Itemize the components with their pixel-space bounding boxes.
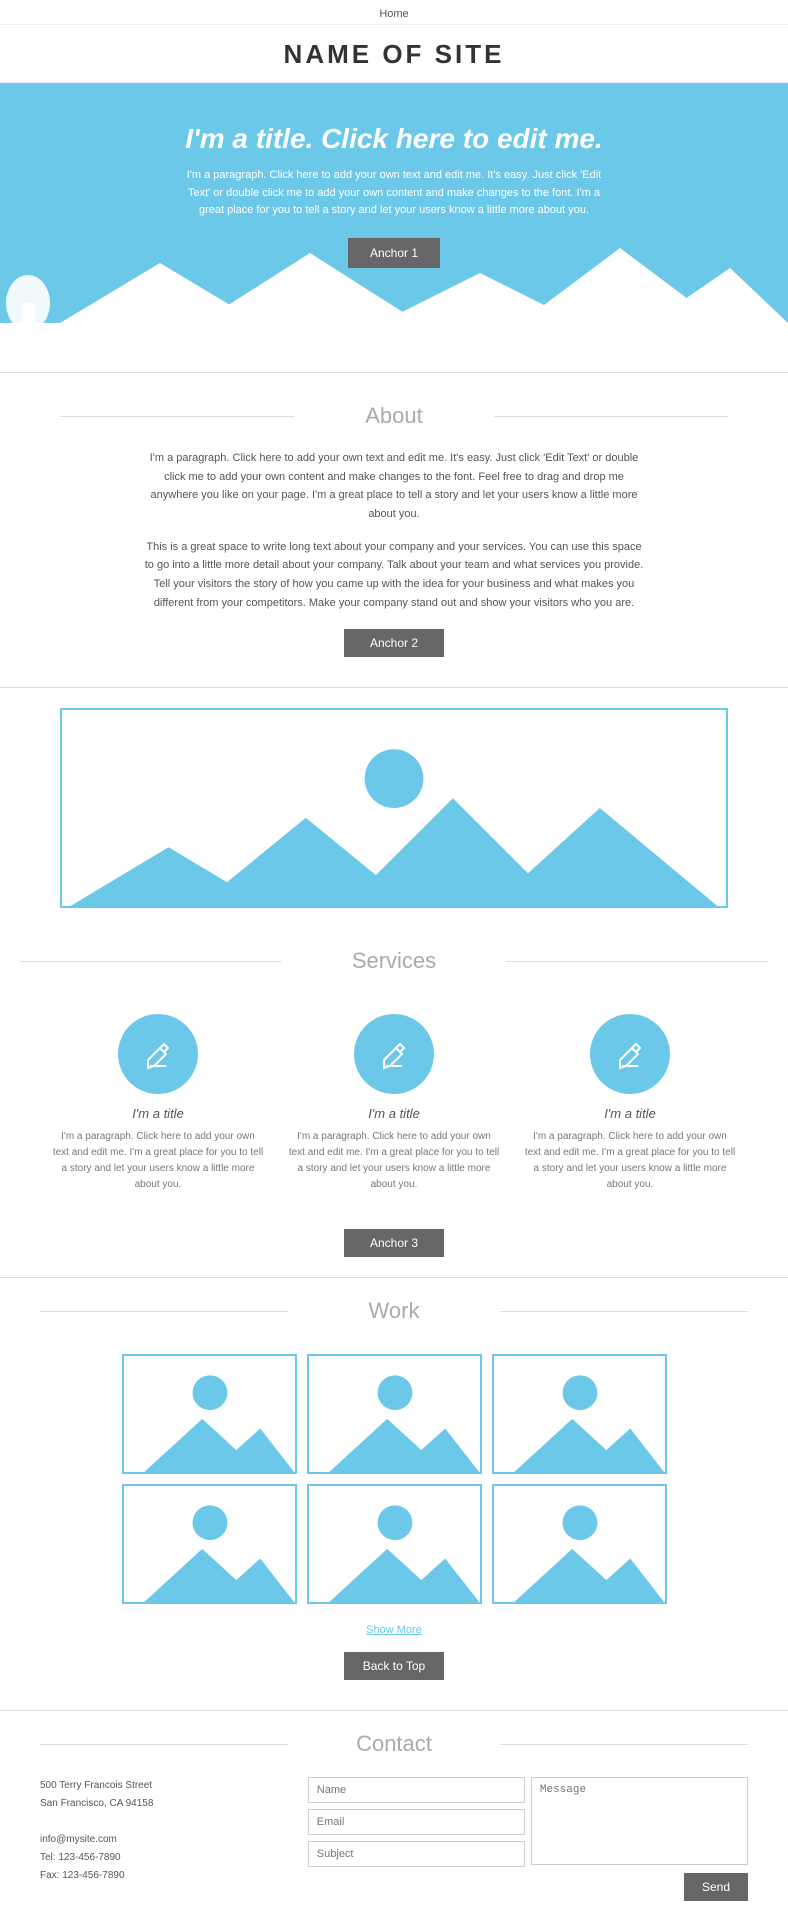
show-more-link[interactable]: Show More	[40, 1624, 748, 1636]
back-to-top-container: Back to Top	[40, 1652, 748, 1680]
work-item-2[interactable]	[307, 1354, 482, 1474]
site-title: NAME OF SITE	[0, 25, 788, 83]
anchor-3-button[interactable]: Anchor 3	[344, 1229, 444, 1257]
work-item-4[interactable]	[122, 1484, 297, 1604]
top-nav: Home	[0, 0, 788, 25]
service-icon-2	[354, 1014, 434, 1094]
submit-button[interactable]: Send	[684, 1873, 748, 1901]
message-input[interactable]	[531, 1777, 748, 1865]
work-item-5[interactable]	[307, 1484, 482, 1604]
work-img-1	[124, 1356, 295, 1472]
large-image-placeholder	[60, 708, 728, 908]
service-text-2[interactable]: I'm a paragraph. Click here to add your …	[288, 1129, 500, 1193]
email-input[interactable]	[308, 1809, 525, 1835]
nav-home[interactable]: Home	[379, 8, 408, 20]
service-text-1[interactable]: I'm a paragraph. Click here to add your …	[52, 1129, 264, 1193]
contact-title: Contact	[40, 1731, 748, 1757]
contact-email: info@mysite.com	[40, 1831, 288, 1849]
hero-section: I'm a title. Click here to edit me. I'm …	[0, 83, 788, 323]
work-grid	[40, 1344, 748, 1614]
service-title-3[interactable]: I'm a title	[524, 1106, 736, 1121]
work-item-3[interactable]	[492, 1354, 667, 1474]
contact-address2: San Francisco, CA 94158	[40, 1795, 288, 1813]
contact-tel: Tel: 123-456-7890	[40, 1849, 288, 1867]
edit-icon-2	[376, 1036, 412, 1072]
about-para2[interactable]: This is a great space to write long text…	[144, 538, 644, 613]
hero-title[interactable]: I'm a title. Click here to edit me.	[20, 123, 768, 155]
about-title: About	[60, 403, 728, 429]
about-section: About I'm a paragraph. Click here to add…	[0, 373, 788, 688]
back-to-top-button[interactable]: Back to Top	[344, 1652, 444, 1680]
work-img-4	[124, 1486, 295, 1602]
work-title: Work	[40, 1298, 748, 1324]
contact-info: 500 Terry Francois Street San Francisco,…	[40, 1777, 288, 1901]
name-input[interactable]	[308, 1777, 525, 1803]
subject-input[interactable]	[308, 1841, 525, 1867]
contact-fax: Fax: 123-456-7890	[40, 1867, 288, 1885]
contact-form-inner	[308, 1777, 748, 1867]
service-item-3: I'm a title I'm a paragraph. Click here …	[524, 1014, 736, 1193]
contact-address1: 500 Terry Francois Street	[40, 1777, 288, 1795]
services-section: Services I'm a title I'm a paragraph. Cl…	[0, 928, 788, 1278]
about-para1[interactable]: I'm a paragraph. Click here to add your …	[144, 449, 644, 524]
work-img-6	[494, 1486, 665, 1602]
contact-section: Contact 500 Terry Francois Street San Fr…	[0, 1711, 788, 1931]
work-item-6[interactable]	[492, 1484, 667, 1604]
work-item-1[interactable]	[122, 1354, 297, 1474]
work-img-5	[309, 1486, 480, 1602]
contact-form: Send	[308, 1777, 748, 1901]
service-title-1[interactable]: I'm a title	[52, 1106, 264, 1121]
service-icon-3	[590, 1014, 670, 1094]
service-text-3[interactable]: I'm a paragraph. Click here to add your …	[524, 1129, 736, 1193]
anchor-2-button[interactable]: Anchor 2	[344, 629, 444, 657]
hero-mountains-svg	[0, 233, 788, 323]
service-title-2[interactable]: I'm a title	[288, 1106, 500, 1121]
large-image-svg	[62, 710, 726, 906]
service-item-2: I'm a title I'm a paragraph. Click here …	[288, 1014, 500, 1193]
edit-icon-3	[612, 1036, 648, 1072]
spacer-1	[0, 323, 788, 373]
work-img-2	[309, 1356, 480, 1472]
edit-icon-1	[140, 1036, 176, 1072]
contact-grid: 500 Terry Francois Street San Francisco,…	[40, 1777, 748, 1901]
services-grid: I'm a title I'm a paragraph. Click here …	[20, 994, 768, 1213]
work-img-3	[494, 1356, 665, 1472]
hero-text[interactable]: I'm a paragraph. Click here to add your …	[184, 167, 604, 220]
service-item-1: I'm a title I'm a paragraph. Click here …	[52, 1014, 264, 1193]
service-icon-1	[118, 1014, 198, 1094]
services-title: Services	[20, 948, 768, 974]
work-section: Work	[0, 1278, 788, 1711]
